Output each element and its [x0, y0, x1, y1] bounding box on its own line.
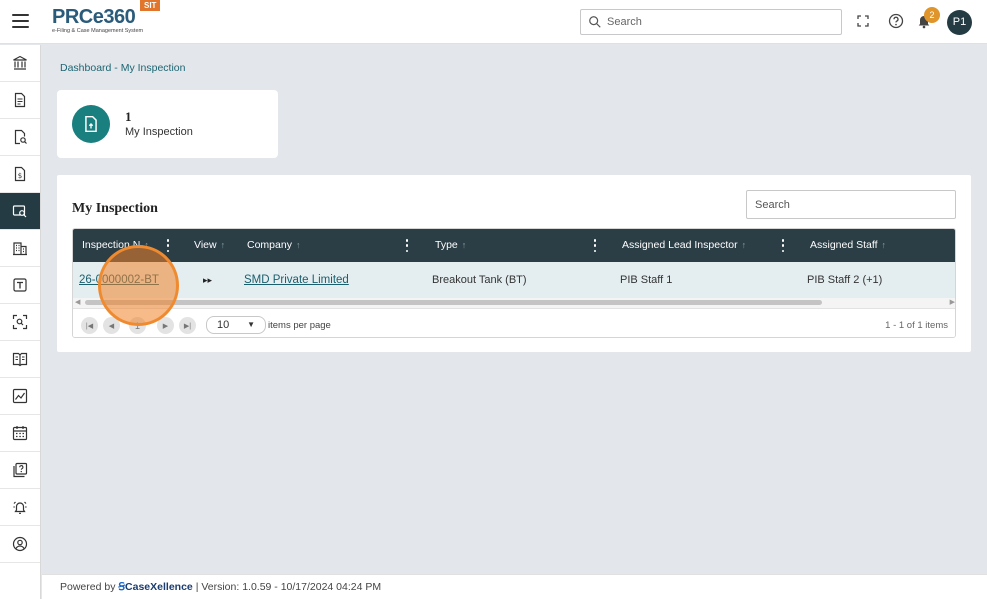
inspection-grid: Inspection N ↑ View ↑ Company ↑ Type ↑ Assig… [72, 228, 956, 338]
inspection-search-icon [12, 205, 27, 218]
kpi-card-my-inspection[interactable]: 1 My Inspection [57, 90, 278, 158]
scan-icon [12, 314, 28, 330]
alarm-bell-icon [13, 501, 27, 514]
notification-badge: 2 [924, 7, 940, 23]
sort-arrow-icon: ↑ [881, 240, 887, 250]
sidebar-item-reports[interactable] [0, 378, 40, 415]
version-text: | Version: 1.0.59 - 10/17/2024 04:24 PM [195, 581, 382, 593]
sidebar-item-alerts[interactable] [0, 489, 40, 526]
scroll-left-arrow-icon[interactable]: ◀ [75, 298, 80, 308]
footer: Powered by ꞨCaseXellence | Version: 1.0.… [42, 574, 987, 599]
invoice-dollar-icon: $ [14, 166, 26, 182]
sidebar-item-calendar[interactable] [0, 415, 40, 452]
column-header-view[interactable]: View ↑ [194, 229, 225, 262]
logo-subtitle: e-Filing & Case Management System [52, 28, 144, 34]
chevron-down-icon: ▼ [247, 320, 255, 329]
chart-icon [12, 388, 28, 404]
grid-search-input[interactable] [746, 190, 956, 219]
inspection-document-icon [85, 115, 97, 133]
kpi-label: My Inspection [125, 126, 193, 138]
first-page-icon[interactable]: |◀ [81, 317, 98, 334]
assigned-staff-cell: PIB Staff 2 (+1) [807, 274, 883, 286]
building-icon [13, 242, 27, 256]
fullscreen-icon[interactable] [855, 13, 871, 29]
kpi-icon-circle [72, 105, 110, 143]
search-icon [589, 16, 601, 28]
pager-info: 1 - 1 of 1 items [885, 320, 948, 331]
column-menu-icon[interactable] [593, 239, 597, 252]
column-header-type[interactable]: Type ↑ [435, 229, 466, 262]
current-page-button[interactable]: 1 [129, 317, 146, 334]
sort-arrow-icon: ↑ [220, 240, 226, 250]
user-avatar[interactable]: P1 [947, 10, 972, 35]
sidebar-item-profile[interactable] [0, 526, 40, 563]
sort-arrow-icon: ↑ [295, 240, 301, 250]
top-header: PRCe360 e-Filing & Case Management Syste… [0, 0, 987, 44]
sidebar-item-inspection[interactable] [0, 193, 40, 230]
sidebar: $ [0, 45, 41, 599]
breadcrumb[interactable]: Dashboard - My Inspection [60, 62, 185, 74]
environment-badge: SIT [140, 0, 161, 11]
template-icon [13, 278, 27, 292]
scroll-thumb[interactable] [85, 300, 822, 305]
table-row[interactable]: 26-0000002-BT ▸▸ SMD Private Limited Bre… [73, 262, 955, 298]
sidebar-item-documents[interactable] [0, 82, 40, 119]
sidebar-item-templates[interactable] [0, 267, 40, 304]
sidebar-item-institution[interactable] [0, 45, 40, 82]
bank-icon [13, 55, 27, 70]
kpi-value: 1 [125, 109, 132, 124]
sidebar-item-payments[interactable]: $ [0, 156, 40, 193]
items-per-page-label: items per page [268, 320, 331, 331]
column-header-assigned-staff[interactable]: Assigned Staff ↑ [810, 229, 886, 262]
column-header-lead-inspector[interactable]: Assigned Lead Inspector ↑ [622, 229, 746, 262]
sort-arrow-icon: ↑ [741, 240, 747, 250]
help-icon[interactable] [888, 13, 904, 29]
inspection-number-link[interactable]: 26-0000002-BT [79, 262, 159, 298]
column-header-company[interactable]: Company ↑ [247, 229, 300, 262]
column-header-inspection-no[interactable]: Inspection N ↑ [82, 229, 149, 262]
svg-text:$: $ [18, 172, 22, 180]
sidebar-item-buildings[interactable] [0, 230, 40, 267]
brand-logo: ꞨCaseXellence [118, 581, 193, 593]
global-search-input[interactable] [607, 14, 832, 30]
sidebar-item-help-docs[interactable] [0, 452, 40, 489]
next-page-icon[interactable]: ▶ [157, 317, 174, 334]
hamburger-menu-icon[interactable] [12, 14, 29, 28]
grid-header: Inspection N ↑ View ↑ Company ↑ Type ↑ Assig… [73, 229, 955, 262]
horizontal-scrollbar[interactable]: ◀ ▶ [73, 298, 955, 308]
lead-inspector-cell: PIB Staff 1 [620, 274, 673, 286]
page-size-select[interactable]: 10 ▼ [206, 316, 266, 334]
sidebar-item-scan[interactable] [0, 304, 40, 341]
sidebar-item-manual[interactable] [0, 341, 40, 378]
question-document-icon [13, 462, 28, 478]
user-circle-icon [12, 536, 28, 552]
sort-arrow-icon: ↑ [144, 240, 149, 250]
sort-arrow-icon: ↑ [461, 240, 467, 250]
column-menu-icon[interactable] [405, 239, 409, 252]
type-cell: Breakout Tank (BT) [432, 274, 527, 286]
inspection-panel: My Inspection Inspection N↑ View↑ Compan… [57, 175, 971, 352]
file-search-icon [14, 129, 27, 145]
company-link[interactable]: SMD Private Limited [244, 262, 349, 298]
prev-page-icon[interactable]: ◀ [103, 317, 120, 334]
column-menu-icon[interactable] [166, 239, 170, 252]
column-menu-icon[interactable] [781, 239, 785, 252]
scroll-right-arrow-icon[interactable]: ▶ [950, 298, 955, 308]
view-details-icon[interactable]: ▸▸ [203, 262, 212, 298]
panel-title: My Inspection [72, 201, 158, 216]
global-search[interactable] [580, 9, 842, 35]
last-page-icon[interactable]: ▶| [179, 317, 196, 334]
document-icon [14, 92, 26, 108]
sidebar-item-file-search[interactable] [0, 119, 40, 156]
calendar-icon [12, 426, 28, 441]
book-open-icon [12, 352, 28, 367]
grid-pager: |◀ ◀ 1 ▶ ▶| 10 ▼ items per page 1 - 1 of … [73, 308, 955, 337]
powered-by-label: Powered by [60, 581, 116, 593]
